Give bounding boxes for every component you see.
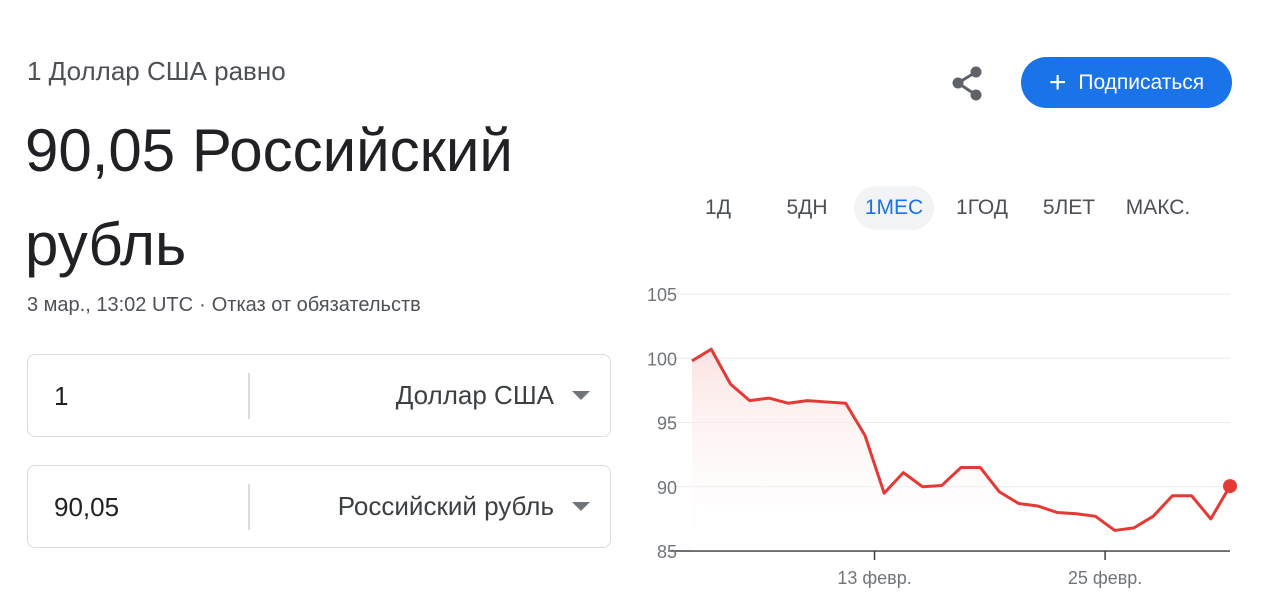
chevron-down-icon — [572, 502, 590, 511]
chevron-down-icon — [572, 391, 590, 400]
converter-row-from: Доллар США — [27, 354, 611, 438]
currency-converter-card: 1 Доллар США равно 90,05 Российский рубл… — [0, 0, 1280, 616]
y-tick-label: 105 — [647, 285, 677, 305]
from-currency-label: Доллар США — [395, 380, 554, 410]
x-tick-label: 13 февр. — [837, 568, 911, 588]
header-label: 1 Доллар США равно — [27, 56, 286, 86]
disclaimer-link[interactable]: Отказ от обязательств — [212, 294, 421, 316]
tab-1y[interactable]: 1ГОД — [946, 186, 1018, 230]
from-currency-select[interactable]: Доллар США — [396, 355, 590, 436]
y-tick-label: 100 — [647, 349, 677, 369]
area-fill — [692, 349, 1230, 551]
plus-icon: + — [1048, 65, 1067, 99]
y-tick-label: 95 — [657, 414, 677, 434]
y-tick-label: 85 — [657, 542, 677, 562]
from-amount-input[interactable] — [52, 355, 246, 438]
tab-1d[interactable]: 1Д — [694, 186, 742, 230]
share-button[interactable] — [946, 62, 990, 106]
converter-row-to: Российский рубль — [27, 465, 611, 549]
subscribe-label: Подписаться — [1078, 70, 1205, 94]
exchange-rate-chart[interactable]: 105 100 95 90 85 13 февр. 25 февр. — [630, 270, 1250, 600]
y-tick-label: 90 — [657, 478, 677, 498]
divider — [248, 484, 250, 530]
subscribe-button[interactable]: + Подписаться — [1021, 57, 1232, 108]
timestamp: 3 мар., 13:02 UTC — [27, 294, 194, 316]
current-rate-marker — [1223, 479, 1237, 494]
to-amount-input[interactable] — [52, 466, 246, 549]
x-tick-label: 25 февр. — [1068, 568, 1142, 588]
tab-1m[interactable]: 1МЕС — [854, 186, 934, 230]
share-icon — [952, 66, 982, 101]
tab-max[interactable]: МАКС. — [1120, 186, 1196, 230]
to-currency-label: Российский рубль — [337, 491, 554, 521]
tab-5y[interactable]: 5ЛЕТ — [1034, 186, 1104, 230]
result-value: 90,05 Российский рубль — [25, 117, 513, 278]
meta-separator: · — [199, 294, 206, 316]
range-tabs: 1Д 5ДН 1МЕС 1ГОД 5ЛЕТ МАКС. — [680, 184, 1240, 232]
divider — [248, 373, 250, 419]
meta-line: 3 мар., 13:02 UTC · Отказ от обязательств — [27, 294, 421, 317]
tab-5d[interactable]: 5ДН — [774, 186, 840, 230]
to-currency-select[interactable]: Российский рубль — [338, 466, 590, 547]
